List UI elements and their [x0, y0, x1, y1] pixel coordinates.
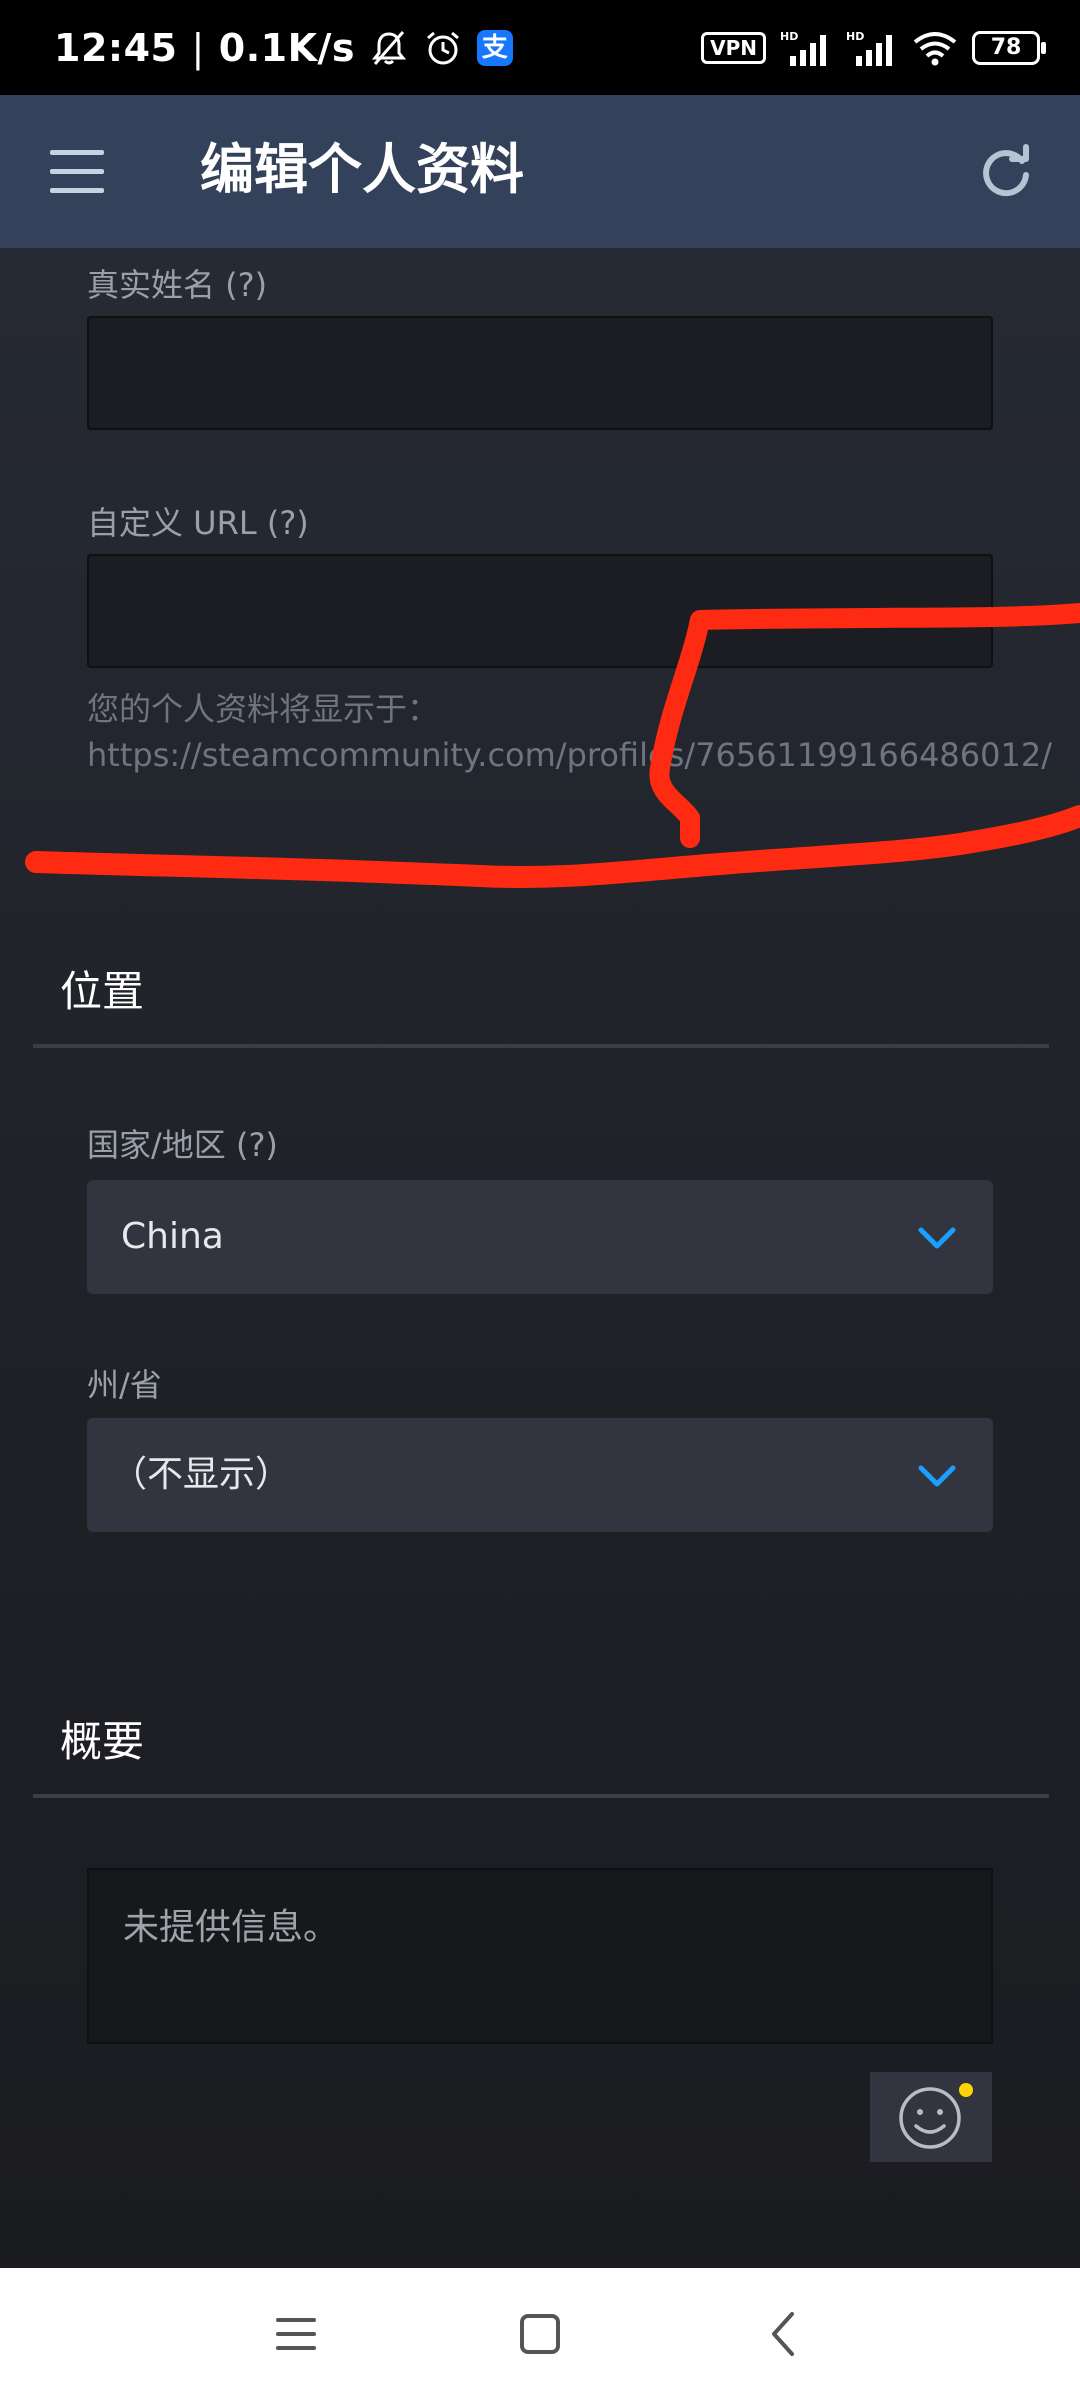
country-select[interactable]: China: [87, 1180, 993, 1294]
vpn-badge: VPN: [701, 31, 766, 64]
wifi-icon: [913, 31, 957, 65]
alarm-icon: [427, 31, 460, 64]
emoji-button[interactable]: [870, 2072, 992, 2162]
status-left: 12:45 | 0.1K/s 支: [54, 0, 514, 95]
app-header: 编辑个人资料: [0, 95, 1080, 248]
status-separator: |: [191, 25, 205, 70]
country-value: China: [121, 1216, 224, 1257]
bell-off-icon: [371, 30, 407, 65]
chevron-left-icon[interactable]: [752, 2302, 816, 2366]
location-divider: [33, 1044, 1049, 1048]
network-speed: 0.1K/s: [218, 25, 356, 70]
custom-url-label: 自定义 URL (?): [87, 504, 309, 542]
svg-text:HD: HD: [846, 30, 864, 43]
status-time: 12:45: [54, 25, 178, 70]
status-right: VPN HD HD 78: [701, 0, 1046, 95]
real-name-label: 真实姓名 (?): [87, 266, 268, 304]
alipay-icon: 支: [477, 29, 514, 66]
location-section-title: 位置: [60, 967, 145, 1016]
svg-text:HD: HD: [780, 30, 798, 43]
summary-text: 未提供信息。: [123, 1907, 340, 1948]
state-value: （不显示）: [111, 1454, 292, 1495]
content: 真实姓名 (?) 自定义 URL (?) 您的个人资料将显示于： https:/…: [0, 248, 1080, 2268]
chevron-down-icon: [918, 1465, 956, 1487]
profile-url: https://steamcommunity.com/profiles/7656…: [87, 736, 1052, 774]
chevron-down-icon: [918, 1227, 956, 1249]
custom-url-input[interactable]: [87, 554, 993, 668]
refresh-icon[interactable]: [976, 143, 1036, 203]
signal-icon-2: HD: [846, 30, 892, 66]
square-icon[interactable]: [508, 2302, 572, 2366]
screen: 12:45 | 0.1K/s 支 VPN HD HD 78 编辑个人资料 真实姓…: [0, 0, 1080, 2400]
menu-lines-icon[interactable]: [264, 2302, 328, 2366]
real-name-input[interactable]: [87, 316, 993, 430]
state-select[interactable]: （不显示）: [87, 1418, 993, 1532]
page-title: 编辑个人资料: [200, 138, 524, 201]
signal-icon: HD: [780, 30, 826, 66]
country-label: 国家/地区 (?): [87, 1126, 278, 1164]
status-bar: 12:45 | 0.1K/s 支 VPN HD HD 78: [0, 0, 1080, 95]
summary-divider: [33, 1794, 1049, 1798]
state-label: 州/省: [87, 1366, 162, 1404]
navigation-bar: [0, 2268, 1080, 2400]
hamburger-icon[interactable]: [50, 150, 104, 194]
profile-url-hint: 您的个人资料将显示于：: [87, 690, 440, 728]
summary-textarea[interactable]: 未提供信息。: [87, 1868, 993, 2044]
summary-section-title: 概要: [60, 1717, 145, 1766]
smiley-icon: [899, 2083, 973, 2149]
battery-indicator: 78: [972, 30, 1046, 65]
